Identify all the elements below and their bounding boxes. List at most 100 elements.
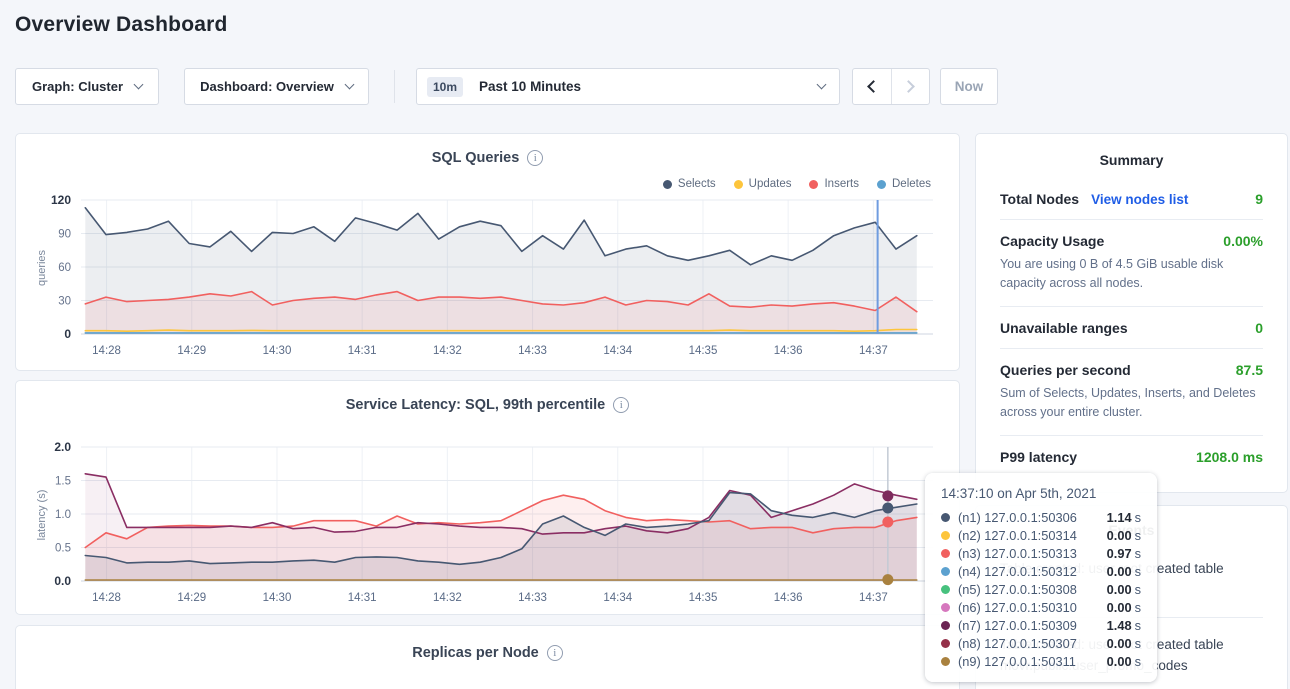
- summary-row-description: Sum of Selects, Updates, Inserts, and De…: [1000, 384, 1263, 423]
- now-button-label: Now: [955, 79, 984, 94]
- summary-row-label: Queries per second: [1000, 362, 1131, 378]
- svg-text:2.0: 2.0: [54, 440, 71, 454]
- tooltip-node-row: (n5) 127.0.0.1:503080.00s: [941, 580, 1141, 598]
- series-dot-icon: [941, 657, 950, 666]
- tooltip-node-label: (n3) 127.0.0.1:50313: [958, 546, 1077, 561]
- replicas-per-node-card: Replicas per Node i: [15, 625, 960, 689]
- svg-text:14:31: 14:31: [348, 592, 377, 604]
- series-dot-icon: [941, 531, 950, 540]
- svg-text:14:34: 14:34: [603, 345, 632, 357]
- graph-dropdown[interactable]: Graph: Cluster: [15, 68, 159, 105]
- controls-divider: [394, 70, 395, 103]
- summary-row: Capacity Usage 0.00% You are using 0 B of …: [1000, 219, 1263, 306]
- summary-row-label: Total Nodes: [1000, 191, 1079, 207]
- tooltip-node-label: (n7) 127.0.0.1:50309: [958, 618, 1077, 633]
- chevron-down-icon: [344, 80, 354, 90]
- svg-text:14:29: 14:29: [177, 345, 206, 357]
- svg-text:60: 60: [58, 262, 71, 274]
- arrow-right-icon: [902, 80, 915, 93]
- summary-row-label: Unavailable ranges: [1000, 320, 1128, 336]
- info-icon[interactable]: i: [547, 645, 563, 661]
- time-range-label: Past 10 Minutes: [479, 79, 581, 94]
- tooltip-node-row: (n8) 127.0.0.1:503070.00s: [941, 634, 1141, 652]
- dashboard-dropdown-label: Dashboard: Overview: [200, 79, 334, 94]
- svg-text:14:29: 14:29: [177, 592, 206, 604]
- time-range-dropdown[interactable]: 10m Past 10 Minutes: [416, 68, 840, 105]
- tooltip-node-unit: s: [1135, 546, 1141, 561]
- summary-row-value: 1208.0 ms: [1196, 449, 1263, 465]
- tooltip-node-label: (n9) 127.0.0.1:50311: [958, 654, 1076, 669]
- service-latency-plot[interactable]: 14:2814:2914:3014:3114:3214:3314:3414:35…: [16, 435, 961, 611]
- svg-text:1.5: 1.5: [55, 476, 71, 488]
- arrow-left-icon: [867, 80, 880, 93]
- info-icon[interactable]: i: [527, 150, 543, 166]
- tooltip-node-row: (n3) 127.0.0.1:50313 0.97s: [941, 544, 1141, 562]
- time-back-button[interactable]: [853, 69, 891, 104]
- summary-rows: Total Nodes View nodes list 9 Capacity Usag…: [976, 178, 1287, 477]
- time-forward-button[interactable]: [891, 69, 930, 104]
- summary-row: Queries per second 87.5 Sum of Selects, Up…: [1000, 348, 1263, 435]
- summary-row-value: 0.00%: [1223, 233, 1263, 249]
- svg-text:14:35: 14:35: [689, 345, 718, 357]
- svg-text:14:30: 14:30: [263, 345, 292, 357]
- tooltip-node-label: (n8) 127.0.0.1:50307: [958, 636, 1077, 651]
- chart-title: Replicas per Node: [412, 645, 539, 661]
- tooltip-node-value: 0.00: [1107, 564, 1132, 579]
- svg-text:14:37: 14:37: [859, 345, 888, 357]
- sql-queries-plot[interactable]: 14:28 14:29 14:30 14:31 14:32 14:33 14:34 14:35…: [16, 188, 961, 364]
- summary-row-label: Capacity Usage: [1000, 233, 1104, 249]
- summary-row: Total Nodes View nodes list 9: [1000, 178, 1263, 219]
- tooltip-node-value: 0.97: [1107, 546, 1132, 561]
- tooltip-node-value: 0.00: [1107, 654, 1132, 669]
- time-range-badge: 10m: [427, 77, 463, 97]
- chart-title: Service Latency: SQL, 99th percentile: [346, 397, 606, 413]
- summary-row-value: 0: [1255, 320, 1263, 336]
- tooltip-node-row: (n4) 127.0.0.1:50312 0.00s: [941, 562, 1141, 580]
- svg-text:120: 120: [51, 193, 71, 207]
- summary-row-value: 9: [1255, 191, 1263, 207]
- tooltip-node-value: 0.00: [1107, 582, 1132, 597]
- summary-title: Summary: [976, 134, 1287, 178]
- summary-row-value: 87.5: [1236, 362, 1263, 378]
- svg-text:14:28: 14:28: [92, 345, 121, 357]
- svg-text:14:32: 14:32: [433, 345, 462, 357]
- tooltip-node-label: (n1) 127.0.0.1:50306: [958, 510, 1077, 525]
- summary-row: P99 latency 1208.0 ms: [1000, 435, 1263, 477]
- tooltip-rows: (n1) 127.0.0.1:503061.14s(n2) 127.0.0.1:…: [941, 508, 1141, 670]
- tooltip-node-row: (n1) 127.0.0.1:503061.14s: [941, 508, 1141, 526]
- svg-text:90: 90: [58, 229, 71, 241]
- svg-text:14:35: 14:35: [689, 592, 718, 604]
- tooltip-node-label: (n4) 127.0.0.1:50312: [958, 564, 1077, 579]
- tooltip-node-row: (n7) 127.0.0.1:503091.48s: [941, 616, 1141, 634]
- tooltip-node-row: (n9) 127.0.0.1:503110.00s: [941, 652, 1141, 670]
- summary-row-description: You are using 0 B of 4.5 GiB usable disk…: [1000, 255, 1263, 294]
- svg-text:1.0: 1.0: [55, 509, 71, 521]
- series-dot-icon: [941, 603, 950, 612]
- sql-queries-card: SQL Queries i SelectsUpdatesInsertsDelet…: [15, 133, 960, 371]
- summary-row-label: P99 latency: [1000, 449, 1077, 465]
- info-icon[interactable]: i: [613, 397, 629, 413]
- now-button[interactable]: Now: [940, 68, 998, 105]
- series-dot-icon: [941, 585, 950, 594]
- tooltip-node-row: (n6) 127.0.0.1:503100.00s: [941, 598, 1141, 616]
- svg-text:14:36: 14:36: [774, 345, 803, 357]
- view-nodes-list-link[interactable]: View nodes list: [1091, 192, 1188, 207]
- series-dot-icon: [941, 513, 950, 522]
- tooltip-timestamp: 14:37:10 on Apr 5th, 2021: [941, 486, 1141, 501]
- chevron-down-icon: [134, 80, 144, 90]
- svg-text:0.0: 0.0: [54, 574, 71, 588]
- tooltip-node-unit: s: [1135, 564, 1141, 579]
- svg-text:14:33: 14:33: [518, 345, 547, 357]
- dashboard-dropdown[interactable]: Dashboard: Overview: [184, 68, 369, 105]
- svg-text:30: 30: [58, 296, 71, 308]
- svg-text:14:33: 14:33: [518, 592, 547, 604]
- series-dot-icon: [941, 549, 950, 558]
- svg-text:14:28: 14:28: [92, 592, 121, 604]
- series-dot-icon: [941, 639, 950, 648]
- tooltip-node-unit: s: [1135, 510, 1141, 525]
- service-latency-card: Service Latency: SQL, 99th percentile i …: [15, 380, 960, 615]
- graph-dropdown-label: Graph: Cluster: [32, 79, 123, 94]
- chart-hover-tooltip: 14:37:10 on Apr 5th, 2021 (n1) 127.0.0.1…: [925, 473, 1157, 682]
- svg-text:14:31: 14:31: [348, 345, 377, 357]
- tooltip-node-unit: s: [1135, 582, 1141, 597]
